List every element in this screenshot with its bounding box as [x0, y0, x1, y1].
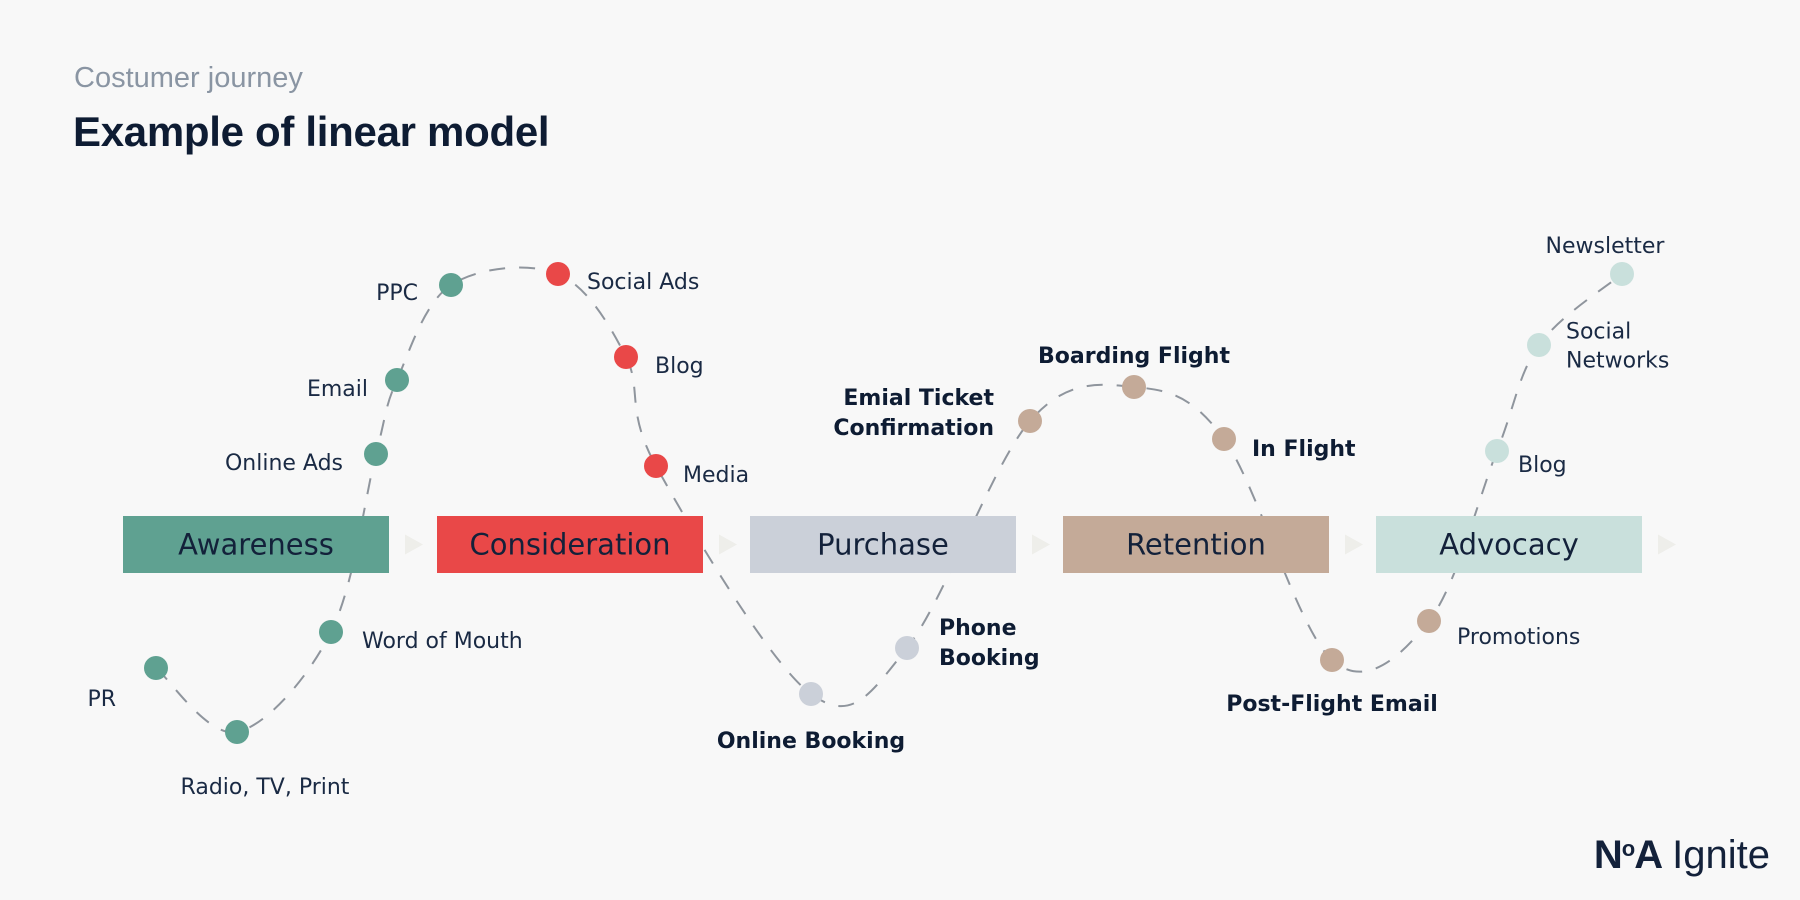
touchpoint-label: Social Ads [587, 270, 699, 295]
touchpoint-dot [1610, 262, 1634, 286]
touchpoint-label: Post-Flight Email [1226, 692, 1438, 717]
arrow-icon [1345, 534, 1363, 555]
touchpoint: Online Ads [225, 442, 388, 476]
touchpoint: Email [307, 368, 409, 402]
touchpoint-dot [1122, 375, 1146, 399]
logo-product: Ignite [1672, 833, 1770, 877]
noa-ignite-logo: NoA Ignite [1594, 833, 1770, 878]
touchpoint-label: Promotions [1457, 625, 1580, 650]
touchpoint-dot [1417, 609, 1441, 633]
journey-dashed-line [155, 266, 1623, 734]
arrow-icon [405, 534, 423, 555]
touchpoint-label: Online Booking [717, 729, 905, 754]
touchpoint: Phone Booking [895, 616, 1040, 671]
touchpoint-dot [364, 442, 388, 466]
touchpoint: Boarding Flight [1038, 344, 1230, 399]
touchpoint: Social Networks [1527, 320, 1669, 374]
touchpoint-dot [1320, 648, 1344, 672]
touchpoint-dot [799, 682, 823, 706]
touchpoint-dot [1018, 409, 1042, 433]
arrow-icon [1032, 534, 1050, 555]
touchpoint-label: Email [307, 377, 368, 402]
stage-consideration: Consideration [437, 516, 737, 573]
touchpoint-dot [1485, 439, 1509, 463]
stage-label: Advocacy [1439, 528, 1578, 562]
touchpoint-label: Blog [1518, 453, 1567, 478]
touchpoint-label: Radio, TV, Print [181, 775, 350, 800]
touchpoint-dot [644, 454, 668, 478]
touchpoint-label: Blog [655, 354, 704, 379]
touchpoint-label: Phone [939, 616, 1016, 641]
touchpoint-label: Social [1566, 320, 1631, 345]
touchpoint-label: Confirmation [833, 416, 994, 441]
stage-bar: Awareness Consideration Purchase Retention A… [123, 516, 1676, 573]
touchpoint: Media [644, 454, 749, 488]
stage-retention: Retention [1063, 516, 1363, 573]
stage-label: Awareness [178, 528, 334, 562]
touchpoint: In Flight [1212, 427, 1356, 462]
logo-brand: NoA [1593, 833, 1663, 877]
touchpoint-label: Booking [939, 646, 1040, 671]
stage-purchase: Purchase [750, 516, 1050, 573]
touchpoint-dot [319, 620, 343, 644]
touchpoint-dot [895, 636, 919, 660]
journey-path [155, 266, 1623, 734]
touchpoint-dot [1212, 427, 1236, 451]
touchpoint-label: Media [683, 463, 749, 488]
touchpoint-dot [439, 273, 463, 297]
touchpoint: PR [87, 656, 168, 712]
touchpoint-label: Online Ads [225, 451, 343, 476]
touchpoint-label: Boarding Flight [1038, 344, 1230, 369]
touchpoint-dot [546, 262, 570, 286]
stage-advocacy: Advocacy [1376, 516, 1676, 573]
touchpoint-label: PR [87, 687, 116, 712]
touchpoint-dot [144, 656, 168, 680]
touchpoint: Post-Flight Email [1226, 648, 1438, 717]
touchpoint-dot [385, 368, 409, 392]
arrow-icon [1658, 534, 1676, 555]
touchpoint: Blog [614, 345, 704, 379]
touchpoint-dot [614, 345, 638, 369]
stage-label: Purchase [817, 528, 949, 562]
journey-diagram: Awareness Consideration Purchase Retention A… [87, 234, 1676, 800]
touchpoint: Social Ads [546, 262, 699, 295]
touchpoint-label: In Flight [1252, 437, 1356, 462]
touchpoint: Emial Ticket Confirmation [833, 386, 1042, 441]
touchpoint-label: Newsletter [1546, 234, 1666, 259]
touchpoint-label: Networks [1566, 349, 1669, 374]
touchpoint: Radio, TV, Print [181, 720, 350, 800]
touchpoint: Promotions [1417, 609, 1580, 650]
touchpoint: PPC [376, 273, 463, 306]
touchpoint: Blog [1485, 439, 1567, 478]
touchpoint-label: Emial Ticket [843, 386, 994, 411]
touchpoint-dot [1527, 333, 1551, 357]
touchpoint: Online Booking [717, 682, 905, 754]
touchpoint: Newsletter [1546, 234, 1666, 286]
stage-awareness: Awareness [123, 516, 423, 573]
touchpoint-dot [225, 720, 249, 744]
stage-label: Consideration [469, 528, 670, 562]
arrow-icon [719, 534, 737, 555]
stage-label: Retention [1126, 528, 1266, 562]
touchpoint-label: Word of Mouth [362, 629, 523, 654]
touchpoint-label: PPC [376, 281, 418, 306]
touchpoint: Word of Mouth [319, 620, 523, 654]
